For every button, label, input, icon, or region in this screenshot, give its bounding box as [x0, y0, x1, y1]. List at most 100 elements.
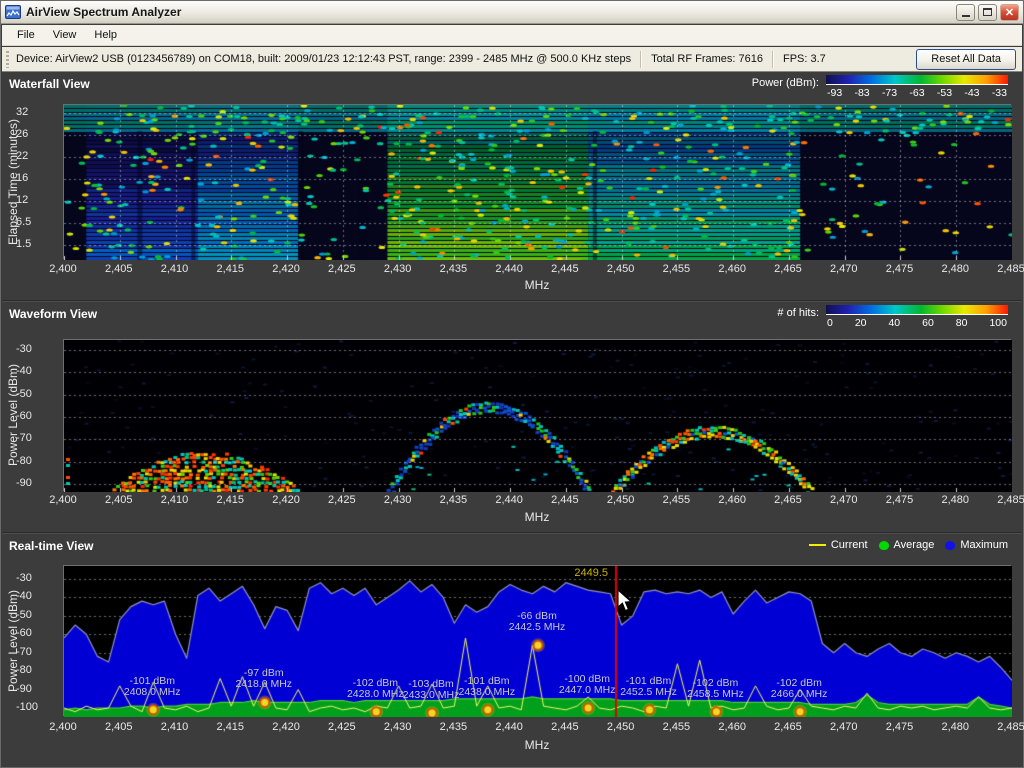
y-tick-label: -60 — [16, 410, 56, 422]
x-tick-label: 2,420 — [272, 263, 300, 275]
waveform-colorbar: # of hits: 020406080100 — [777, 305, 1008, 329]
x-tick-label: 2,435 — [440, 263, 468, 275]
x-tick-label: 2,485 — [997, 721, 1024, 733]
waveform-plot — [63, 339, 1011, 491]
y-tick-label: -60 — [16, 627, 56, 639]
x-tick-label: 2,455 — [663, 721, 691, 733]
x-tick-label: 2,470 — [830, 494, 858, 506]
x-tick-label: 2,405 — [105, 494, 133, 506]
y-tick-label: 16 — [16, 172, 56, 184]
main-content: Waterfall View Power (dBm): -93-83-73-63… — [2, 73, 1022, 766]
x-tick-label: 2,450 — [607, 494, 635, 506]
app-window: AirView Spectrum Analyzer ✕ File View He… — [0, 0, 1024, 768]
x-tick-label: 2,400 — [49, 494, 77, 506]
y-tick-label: -30 — [16, 343, 56, 355]
x-tick-label: 2,420 — [272, 721, 300, 733]
x-tick-label: 2,420 — [272, 494, 300, 506]
x-tick-label: 2,440 — [495, 263, 523, 275]
x-tick-label: 2,455 — [663, 494, 691, 506]
y-tick-label: -80 — [16, 455, 56, 467]
x-tick-label: 2,460 — [718, 721, 746, 733]
x-tick-label: 2,415 — [217, 721, 245, 733]
close-button[interactable]: ✕ — [1000, 4, 1019, 21]
window-title: AirView Spectrum Analyzer — [26, 5, 953, 19]
waveform-xlabel: MHz — [525, 510, 550, 524]
colorbar-tick-label: -53 — [937, 87, 952, 99]
toolbar-grip — [6, 51, 9, 68]
y-tick-label: -40 — [16, 590, 56, 602]
waterfall-colorbar: Power (dBm): -93-83-73-63-53-43-33 — [752, 75, 1008, 99]
legend-label: Maximum — [960, 539, 1008, 551]
x-tick-label: 2,460 — [718, 494, 746, 506]
hits-color-scale — [826, 305, 1008, 315]
x-tick-label: 2,480 — [941, 494, 969, 506]
x-tick-label: 2,485 — [997, 263, 1024, 275]
menu-file[interactable]: File — [8, 26, 44, 44]
x-tick-label: 2,405 — [105, 263, 133, 275]
waterfall-title: Waterfall View — [9, 77, 90, 91]
minimize-button[interactable] — [956, 4, 975, 21]
x-tick-label: 2,430 — [384, 494, 412, 506]
reset-all-data-button[interactable]: Reset All Data — [916, 49, 1016, 70]
x-tick-label: 2,440 — [495, 494, 523, 506]
x-tick-label: 2,400 — [49, 263, 77, 275]
close-icon: ✕ — [1005, 6, 1014, 19]
menu-bar: File View Help — [2, 25, 1022, 46]
x-tick-label: 2,445 — [551, 721, 579, 733]
waterfall-plot — [63, 104, 1011, 259]
x-tick-label: 2,465 — [774, 721, 802, 733]
x-tick-label: 2,450 — [607, 263, 635, 275]
status-toolbar: Device: AirView2 USB (0123456789) on COM… — [2, 47, 1022, 72]
y-tick-label: -30 — [16, 572, 56, 584]
x-tick-label: 2,475 — [886, 494, 914, 506]
y-tick-label: -40 — [16, 365, 56, 377]
y-tick-label: -90 — [16, 683, 56, 695]
fps-indicator: FPS: 3.7 — [783, 53, 826, 65]
section-divider — [2, 300, 1022, 302]
y-tick-label: 26 — [16, 128, 56, 140]
x-tick-label: 2,475 — [886, 263, 914, 275]
titlebar[interactable]: AirView Spectrum Analyzer ✕ — [1, 1, 1023, 24]
waveform-colorbar-label: # of hits: — [777, 307, 819, 319]
x-tick-label: 2,465 — [774, 494, 802, 506]
x-tick-label: 2,415 — [217, 263, 245, 275]
x-tick-label: 2,450 — [607, 721, 635, 733]
colorbar-tick-label: 80 — [956, 317, 968, 329]
toolbar-separator — [772, 51, 774, 68]
x-tick-label: 2,470 — [830, 721, 858, 733]
y-tick-label: -80 — [16, 664, 56, 676]
colorbar-tick-label: -73 — [882, 87, 897, 99]
y-tick-label: -70 — [16, 646, 56, 658]
x-tick-label: 2,460 — [718, 263, 746, 275]
total-rf-frames: Total RF Frames: 7616 — [651, 53, 763, 65]
device-info: Device: AirView2 USB (0123456789) on COM… — [16, 53, 631, 65]
maximize-button[interactable] — [978, 4, 997, 21]
x-tick-label: 2,440 — [495, 721, 523, 733]
realtime-plot[interactable] — [63, 565, 1011, 716]
x-tick-label: 2,480 — [941, 263, 969, 275]
colorbar-tick-label: 0 — [827, 317, 833, 329]
x-tick-label: 2,430 — [384, 263, 412, 275]
waterfall-canvas — [64, 105, 1012, 260]
waterfall-colorbar-label: Power (dBm): — [752, 77, 819, 89]
colorbar-tick-label: 20 — [855, 317, 867, 329]
x-tick-label: 2,465 — [774, 263, 802, 275]
minimize-icon — [962, 15, 970, 17]
x-tick-label: 2,415 — [217, 494, 245, 506]
x-tick-label: 2,480 — [941, 721, 969, 733]
x-tick-label: 2,475 — [886, 721, 914, 733]
menu-help[interactable]: Help — [85, 26, 126, 44]
waterfall-xlabel: MHz — [525, 278, 550, 292]
colorbar-tick-label: -63 — [909, 87, 924, 99]
menu-view[interactable]: View — [44, 26, 86, 44]
x-tick-label: 2,435 — [440, 494, 468, 506]
y-tick-label: -90 — [16, 477, 56, 489]
colorbar-tick-label: -33 — [992, 87, 1007, 99]
waveform-canvas — [64, 340, 1012, 492]
x-tick-label: 2,410 — [161, 494, 189, 506]
colorbar-tick-label: 60 — [922, 317, 934, 329]
x-tick-label: 2,425 — [328, 494, 356, 506]
toolbar-separator — [640, 51, 642, 68]
colorbar-tick-label: 100 — [989, 317, 1007, 329]
x-tick-label: 2,445 — [551, 263, 579, 275]
